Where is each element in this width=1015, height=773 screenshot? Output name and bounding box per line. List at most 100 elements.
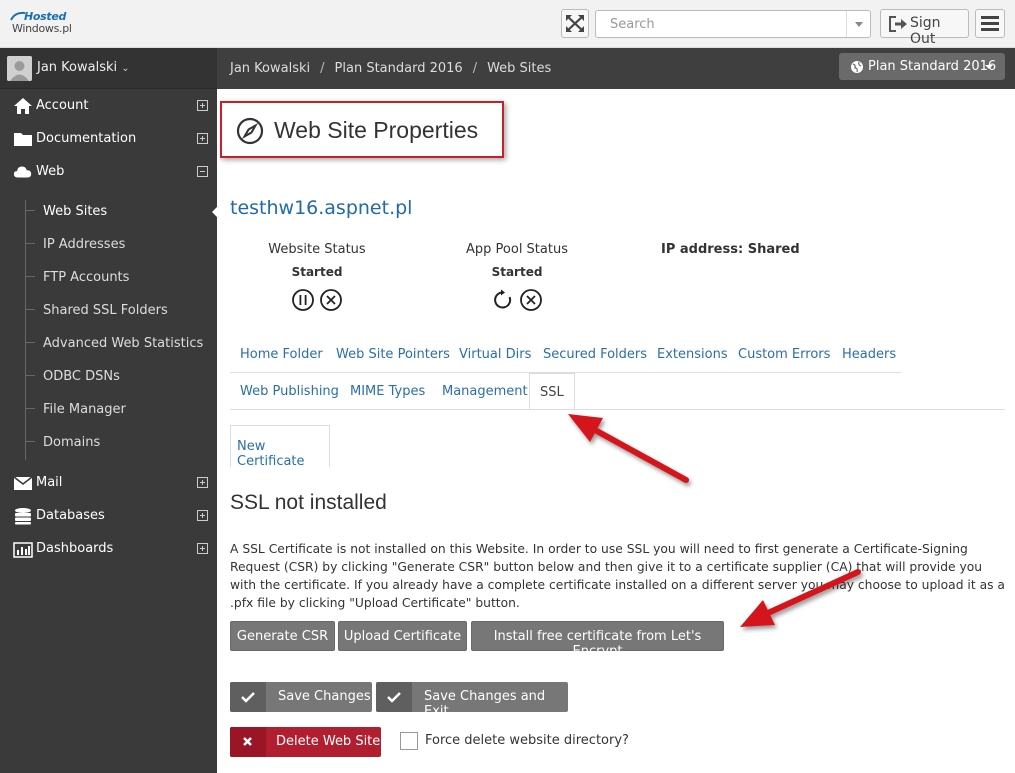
checkmark-icon bbox=[376, 682, 412, 712]
sidebar-item-label: Dashboards bbox=[36, 541, 114, 556]
sidebar-item-databases[interactable]: Databases bbox=[0, 499, 217, 532]
breadcrumb-item-user[interactable]: Jan Kowalski bbox=[230, 61, 310, 76]
globe-icon bbox=[851, 61, 863, 73]
install-lets-encrypt-button[interactable]: Install free certificate from Let's Encr… bbox=[471, 621, 724, 659]
home-icon bbox=[14, 98, 32, 114]
page-title: Web Site Properties bbox=[274, 117, 479, 143]
search-box bbox=[595, 10, 871, 38]
search-dropdown-toggle[interactable] bbox=[846, 11, 870, 37]
sidebar-item-label: Mail bbox=[36, 475, 63, 490]
hostedwindows-logo[interactable]: Hosted Windows.pl bbox=[10, 10, 72, 36]
sidebar-subitem-file-manager[interactable]: File Manager bbox=[0, 393, 217, 426]
sidebar-subitem-label: Shared SSL Folders bbox=[43, 303, 168, 318]
folder-icon bbox=[14, 133, 32, 146]
recycle-icon[interactable] bbox=[491, 288, 515, 312]
tab-mime-types[interactable]: MIME Types bbox=[350, 373, 425, 410]
tree-branch bbox=[25, 210, 35, 211]
app-pool-status-label: App Pool Status bbox=[466, 242, 568, 257]
website-status-label: Website Status bbox=[268, 242, 366, 257]
delete-web-site-button[interactable]: Delete Web Site bbox=[230, 727, 381, 757]
sidebar-subitem-ip-addresses[interactable]: IP Addresses bbox=[0, 228, 217, 261]
sidebar-subitem-domains[interactable]: Domains bbox=[0, 426, 217, 459]
checkmark-icon bbox=[230, 682, 266, 712]
tab-virtual-dirs[interactable]: Virtual Dirs bbox=[459, 336, 531, 373]
tab-secured-folders[interactable]: Secured Folders bbox=[543, 336, 647, 373]
pause-icon[interactable] bbox=[291, 288, 315, 312]
tree-branch bbox=[25, 342, 35, 343]
site-name-link[interactable]: testhw16.aspnet.pl bbox=[230, 197, 412, 219]
force-delete-checkbox[interactable] bbox=[400, 732, 418, 750]
expand-plus-icon[interactable] bbox=[197, 477, 208, 488]
tabs-divider bbox=[230, 409, 1005, 410]
collapse-minus-icon[interactable] bbox=[197, 166, 208, 177]
sidebar-item-dashboards[interactable]: Dashboards bbox=[0, 532, 217, 565]
ssl-heading: SSL not installed bbox=[230, 491, 387, 514]
sidebar-subitem-label: Advanced Web Statistics bbox=[43, 336, 204, 351]
breadcrumb-separator: / bbox=[320, 61, 325, 76]
tab-extensions[interactable]: Extensions bbox=[657, 336, 728, 373]
sidebar-subitem-ftp-accounts[interactable]: FTP Accounts bbox=[0, 261, 217, 294]
plan-selector-button[interactable]: Plan Standard 2016 bbox=[839, 53, 1005, 80]
tab-headers[interactable]: Headers bbox=[842, 336, 896, 373]
breadcrumb-separator: / bbox=[472, 61, 478, 76]
tab-home-folder[interactable]: Home Folder bbox=[240, 336, 323, 373]
tree-branch bbox=[25, 408, 35, 409]
tree-branch bbox=[25, 375, 35, 376]
sign-out-icon bbox=[889, 16, 907, 32]
sidebar-subitem-advanced-web-statistics[interactable]: Advanced Web Statistics bbox=[0, 327, 217, 360]
tab-ssl[interactable]: SSL bbox=[529, 373, 575, 410]
compass-icon bbox=[236, 117, 264, 145]
envelope-icon bbox=[13, 476, 33, 490]
logo-line2: Windows.pl bbox=[12, 22, 72, 35]
sidebar-subitem-web-sites[interactable]: Web Sites bbox=[0, 195, 218, 228]
save-changes-button[interactable]: Save Changes bbox=[230, 682, 372, 712]
main-menu-button[interactable] bbox=[975, 9, 1005, 38]
tab-web-site-pointers[interactable]: Web Site Pointers bbox=[336, 336, 450, 373]
stop-icon[interactable] bbox=[319, 288, 343, 312]
sidebar-item-label: Documentation bbox=[36, 131, 137, 146]
breadcrumb-item-web-sites: Web Sites bbox=[487, 61, 552, 76]
save-changes-exit-button[interactable]: Save Changes and Exit bbox=[376, 682, 568, 719]
tab-custom-errors[interactable]: Custom Errors bbox=[738, 336, 830, 373]
fullscreen-button[interactable] bbox=[561, 9, 589, 38]
chart-icon bbox=[13, 542, 33, 558]
expand-plus-icon[interactable] bbox=[197, 543, 208, 554]
sidebar-subitem-label: Domains bbox=[43, 435, 101, 450]
sidebar-item-web[interactable]: Web bbox=[0, 155, 217, 188]
sidebar-subitem-odbc-dsns[interactable]: ODBC DSNs bbox=[0, 360, 217, 393]
sidebar-item-account[interactable]: Account bbox=[0, 89, 217, 122]
tab-management[interactable]: Management bbox=[442, 373, 528, 410]
chevron-down-icon bbox=[855, 22, 863, 27]
tree-branch bbox=[25, 441, 35, 442]
caret-down-icon bbox=[985, 65, 993, 69]
generate-csr-button[interactable]: Generate CSR bbox=[230, 621, 335, 651]
tree-branch bbox=[25, 276, 35, 277]
app-pool-status-value: Started bbox=[491, 265, 543, 279]
breadcrumb-item-plan[interactable]: Plan Standard 2016 bbox=[335, 61, 463, 76]
tab-web-publishing[interactable]: Web Publishing bbox=[240, 373, 339, 410]
sidebar-subitem-label: File Manager bbox=[43, 402, 126, 417]
sidebar-item-label: Account bbox=[36, 98, 89, 113]
ip-address-label: IP address: Shared bbox=[661, 242, 800, 257]
expand-plus-icon[interactable] bbox=[197, 100, 208, 111]
ssl-description: A SSL Certificate is not installed on th… bbox=[230, 542, 1005, 610]
expand-plus-icon[interactable] bbox=[197, 510, 208, 521]
search-input[interactable] bbox=[596, 11, 846, 37]
user-menu[interactable]: Jan Kowalski ⌄ bbox=[0, 48, 217, 89]
expand-plus-icon[interactable] bbox=[197, 133, 208, 144]
sidebar-item-documentation[interactable]: Documentation bbox=[0, 122, 217, 155]
upload-certificate-button[interactable]: Upload Certificate bbox=[338, 621, 467, 651]
page-title-box: Web Site Properties bbox=[220, 101, 504, 158]
breadcrumb: Jan Kowalski / Plan Standard 2016 / Web Site… bbox=[230, 61, 551, 76]
stop-icon[interactable] bbox=[519, 288, 543, 312]
sidebar-subitem-label: IP Addresses bbox=[43, 237, 126, 252]
website-status-value: Started bbox=[291, 265, 343, 279]
sidebar-item-mail[interactable]: Mail bbox=[0, 466, 217, 499]
sidebar-subitem-shared-ssl-folders[interactable]: Shared SSL Folders bbox=[0, 294, 217, 327]
hamburger-icon bbox=[981, 16, 999, 31]
tab-new-certificate[interactable]: New Certificate bbox=[230, 425, 330, 469]
sidebar-item-label: Databases bbox=[36, 508, 105, 523]
tree-branch bbox=[25, 243, 35, 244]
plan-selector-label: Plan Standard 2016 bbox=[868, 59, 997, 74]
sign-out-button[interactable]: Sign Out bbox=[880, 9, 969, 47]
